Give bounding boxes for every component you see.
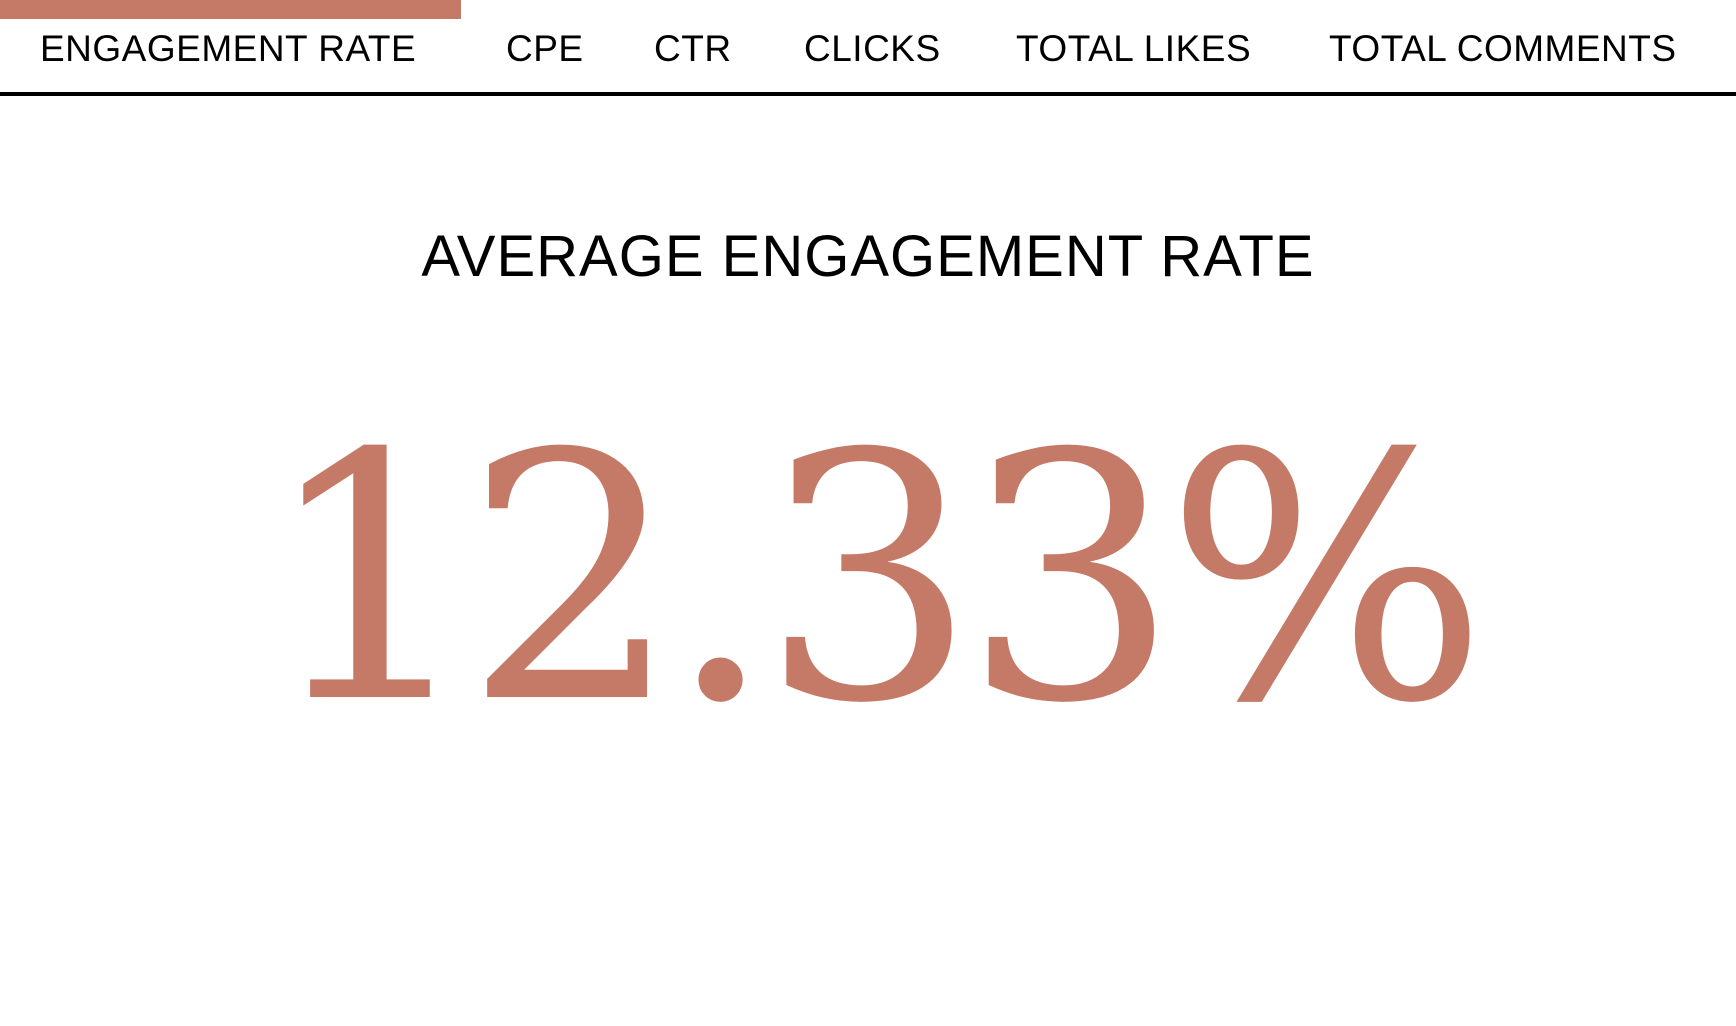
tab-ctr[interactable]: CTR xyxy=(654,26,732,72)
metric-title: AVERAGE ENGAGEMENT RATE xyxy=(421,224,1315,289)
metric-tab-bar: ENGAGEMENT RATE CPE CTR CLICKS TOTAL LIK… xyxy=(0,0,1736,96)
tab-clicks[interactable]: CLICKS xyxy=(804,26,941,72)
tab-engagement-rate[interactable]: ENGAGEMENT RATE xyxy=(40,26,416,72)
metric-value: 12.33% xyxy=(261,382,1488,778)
active-tab-indicator xyxy=(0,0,461,19)
tab-total-comments[interactable]: TOTAL COMMENTS xyxy=(1329,26,1677,72)
tab-total-likes[interactable]: TOTAL LIKES xyxy=(1016,26,1251,72)
tab-cpe[interactable]: CPE xyxy=(506,26,584,72)
